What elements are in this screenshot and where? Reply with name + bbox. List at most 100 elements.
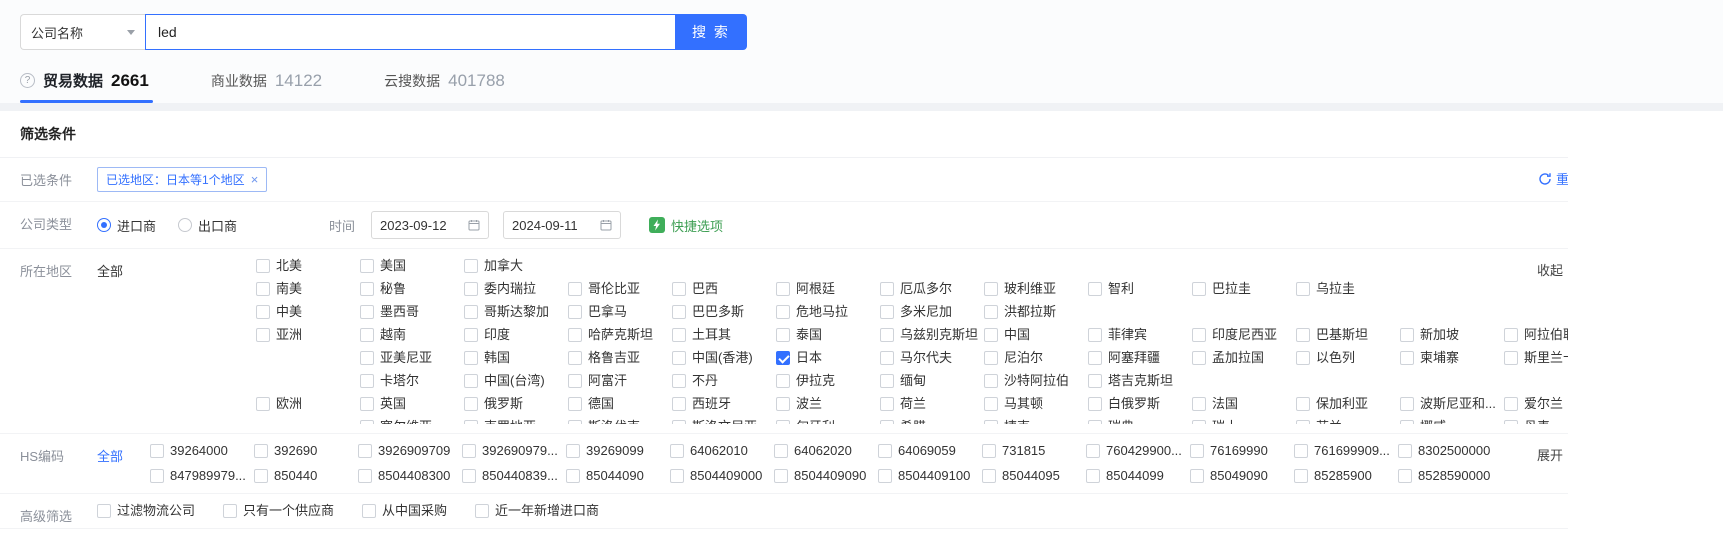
checkbox-item[interactable]: 巴拿马 bbox=[568, 304, 672, 320]
checkbox-item[interactable]: 爱尔兰 bbox=[1504, 396, 1568, 412]
checkbox-icon[interactable] bbox=[1190, 444, 1204, 458]
checkbox-item[interactable]: 柬埔寨 bbox=[1400, 350, 1504, 366]
checkbox-icon[interactable] bbox=[360, 259, 374, 273]
checkbox-item[interactable]: 中国(香港) bbox=[672, 350, 776, 366]
checkbox-item[interactable]: 丹麦 bbox=[1504, 419, 1568, 424]
date-start-input[interactable]: 2023-09-12 bbox=[371, 211, 489, 239]
checkbox-item[interactable]: 亚洲 bbox=[256, 327, 360, 343]
checkbox-item[interactable]: 斯洛伐克 bbox=[568, 419, 672, 424]
date-end-input[interactable]: 2024-09-11 bbox=[503, 211, 621, 239]
checkbox-item[interactable]: 捷克 bbox=[984, 419, 1088, 424]
checkbox-item[interactable]: 哥伦比亚 bbox=[568, 281, 672, 297]
checkbox-item[interactable]: 76169990 bbox=[1190, 443, 1294, 459]
checkbox-icon[interactable] bbox=[566, 469, 580, 483]
checkbox-icon[interactable] bbox=[464, 397, 478, 411]
checkbox-icon[interactable] bbox=[1088, 420, 1102, 424]
checkbox-item[interactable]: 乌拉圭 bbox=[1296, 281, 1400, 297]
checkbox-item[interactable]: 马尔代夫 bbox=[880, 350, 984, 366]
search-category-select[interactable]: 公司名称 bbox=[20, 14, 145, 50]
checkbox-icon[interactable] bbox=[776, 328, 790, 342]
checkbox-item[interactable]: 3926909709 bbox=[358, 443, 462, 459]
checkbox-item[interactable]: 760429900... bbox=[1086, 443, 1190, 459]
checkbox-item[interactable]: 巴基斯坦 bbox=[1296, 327, 1400, 343]
checkbox-item[interactable]: 392690 bbox=[254, 443, 358, 459]
checkbox-icon[interactable] bbox=[1192, 282, 1206, 296]
checkbox-item[interactable]: 波兰 bbox=[776, 396, 880, 412]
checkbox-icon[interactable] bbox=[1400, 351, 1414, 365]
checkbox-item[interactable]: 64069059 bbox=[878, 443, 982, 459]
checkbox-item[interactable]: 法国 bbox=[1192, 396, 1296, 412]
checkbox-item[interactable]: 巴西 bbox=[672, 281, 776, 297]
tab-cloud-search-data[interactable]: 云搜数据 401788 bbox=[384, 70, 509, 103]
checkbox-icon[interactable] bbox=[672, 282, 686, 296]
checkbox-item[interactable]: 北美 bbox=[256, 258, 360, 274]
radio-exporter[interactable]: 出口商 bbox=[178, 216, 237, 235]
checkbox-item[interactable]: 委内瑞拉 bbox=[464, 281, 568, 297]
checkbox-icon[interactable] bbox=[566, 444, 580, 458]
checkbox-icon[interactable] bbox=[358, 444, 372, 458]
checkbox-item[interactable]: 越南 bbox=[360, 327, 464, 343]
checkbox-item[interactable]: 美国 bbox=[360, 258, 464, 274]
checkbox-icon[interactable] bbox=[360, 397, 374, 411]
collapse-button[interactable]: 收起 bbox=[1537, 260, 1563, 279]
checkbox-icon[interactable] bbox=[982, 469, 996, 483]
checkbox-item[interactable]: 芬兰 bbox=[1296, 419, 1400, 424]
checkbox-item[interactable]: 847989979... bbox=[150, 468, 254, 484]
checkbox-icon[interactable] bbox=[672, 374, 686, 388]
checkbox-item[interactable]: 秘鲁 bbox=[360, 281, 464, 297]
checkbox-icon[interactable] bbox=[358, 469, 372, 483]
checkbox-icon[interactable] bbox=[150, 469, 164, 483]
checkbox-icon[interactable] bbox=[464, 328, 478, 342]
checkbox-item[interactable]: 韩国 bbox=[464, 350, 568, 366]
checkbox-item[interactable]: 8504409100 bbox=[878, 468, 982, 484]
checkbox-icon[interactable] bbox=[672, 328, 686, 342]
checkbox-icon[interactable] bbox=[1192, 328, 1206, 342]
checkbox-item[interactable]: 缅甸 bbox=[880, 373, 984, 389]
checkbox-icon[interactable] bbox=[254, 444, 268, 458]
checkbox-item[interactable]: 塞尔维亚 bbox=[360, 419, 464, 424]
checkbox-icon[interactable] bbox=[1192, 351, 1206, 365]
checkbox-icon[interactable] bbox=[568, 374, 582, 388]
checkbox-item[interactable]: 西班牙 bbox=[672, 396, 776, 412]
checkbox-icon[interactable] bbox=[1294, 444, 1308, 458]
checkbox-icon[interactable] bbox=[568, 305, 582, 319]
tab-business-data[interactable]: 商业数据 14122 bbox=[211, 70, 326, 103]
checkbox-item[interactable]: 阿拉伯联合... bbox=[1504, 327, 1568, 343]
checkbox-icon[interactable] bbox=[776, 420, 790, 424]
checkbox-icon[interactable] bbox=[982, 444, 996, 458]
checkbox-icon[interactable] bbox=[360, 282, 374, 296]
checkbox-item[interactable]: 洪都拉斯 bbox=[984, 304, 1088, 320]
checkbox-item[interactable]: 哈萨克斯坦 bbox=[568, 327, 672, 343]
checkbox-icon[interactable] bbox=[256, 397, 270, 411]
checkbox-item[interactable]: 南美 bbox=[256, 281, 360, 297]
checkbox-item[interactable]: 以色列 bbox=[1296, 350, 1400, 366]
checkbox-item[interactable]: 阿塞拜疆 bbox=[1088, 350, 1192, 366]
checkbox-icon[interactable] bbox=[776, 351, 790, 365]
checkbox-icon[interactable] bbox=[1088, 328, 1102, 342]
checkbox-icon[interactable] bbox=[464, 351, 478, 365]
radio-importer[interactable]: 进口商 bbox=[97, 216, 156, 235]
checkbox-icon[interactable] bbox=[672, 397, 686, 411]
checkbox-item[interactable]: 波斯尼亚和... bbox=[1400, 396, 1504, 412]
checkbox-icon[interactable] bbox=[672, 351, 686, 365]
checkbox-item[interactable]: 8504408300 bbox=[358, 468, 462, 484]
checkbox-item[interactable]: 尼泊尔 bbox=[984, 350, 1088, 366]
checkbox-item[interactable]: 沙特阿拉伯 bbox=[984, 373, 1088, 389]
checkbox-icon[interactable] bbox=[984, 374, 998, 388]
checkbox-icon[interactable] bbox=[1504, 397, 1518, 411]
checkbox-icon[interactable] bbox=[1190, 469, 1204, 483]
checkbox-item[interactable]: 阿根廷 bbox=[776, 281, 880, 297]
checkbox-item[interactable]: 瑞典 bbox=[1088, 419, 1192, 424]
checkbox-icon[interactable] bbox=[670, 444, 684, 458]
checkbox-icon[interactable] bbox=[776, 374, 790, 388]
checkbox-icon[interactable] bbox=[880, 282, 894, 296]
checkbox-item[interactable]: 从中国采购 bbox=[362, 503, 447, 519]
radio-icon[interactable] bbox=[97, 218, 111, 232]
checkbox-icon[interactable] bbox=[984, 351, 998, 365]
checkbox-icon[interactable] bbox=[1086, 444, 1100, 458]
checkbox-item[interactable]: 印度 bbox=[464, 327, 568, 343]
checkbox-item[interactable]: 中美 bbox=[256, 304, 360, 320]
checkbox-item[interactable]: 阿富汗 bbox=[568, 373, 672, 389]
checkbox-icon[interactable] bbox=[1086, 469, 1100, 483]
checkbox-icon[interactable] bbox=[774, 444, 788, 458]
